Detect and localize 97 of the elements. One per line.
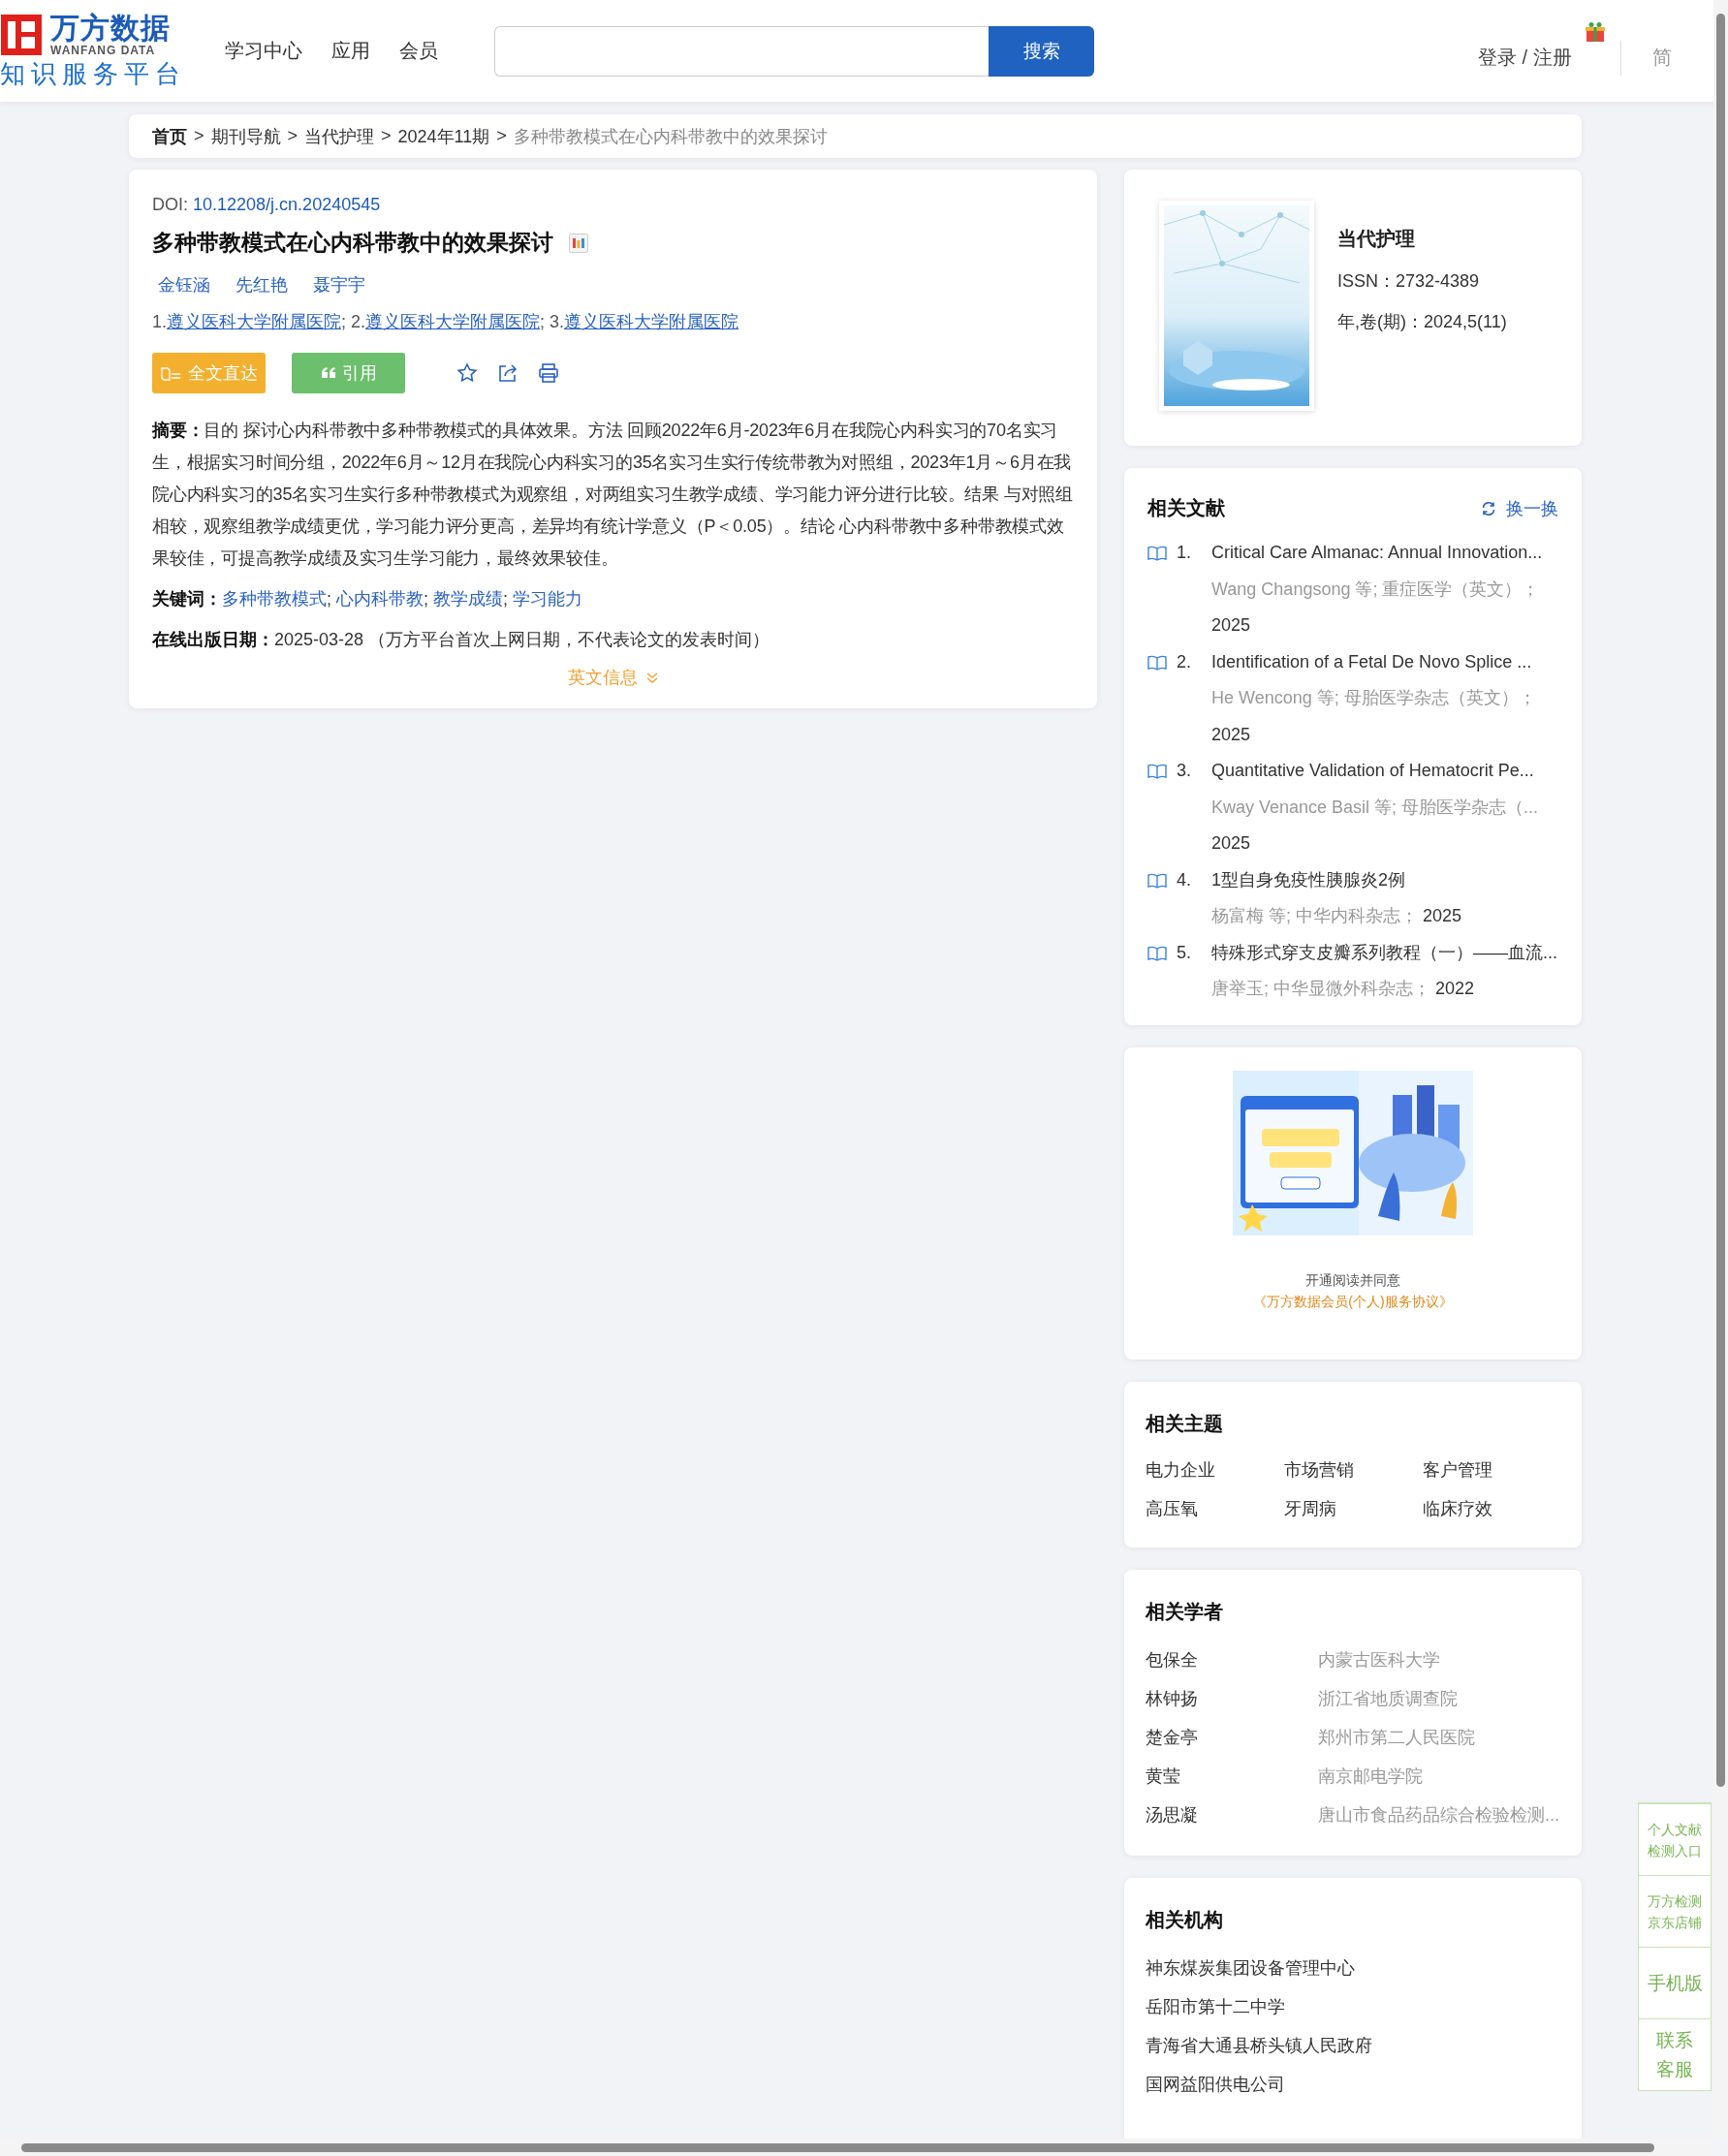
logo-title: 万方数据	[50, 12, 171, 44]
gift-icon[interactable]	[1585, 21, 1606, 43]
scholar-affiliation: 浙江省地质调查院	[1318, 1687, 1459, 1710]
journal-issn: ISSN：2732-4389	[1337, 270, 1481, 293]
section-title: 相关主题	[1146, 1411, 1224, 1436]
journal-name[interactable]: 当代护理	[1337, 226, 1507, 252]
scholar-affiliation: 南京邮电学院	[1318, 1765, 1424, 1788]
breadcrumb-link[interactable]: 当代护理	[304, 124, 375, 148]
agreement-text: 开通阅读并同意	[1305, 1271, 1400, 1290]
scholar-affiliation: 唐山市食品药品综合检验检测...	[1318, 1803, 1560, 1827]
breadcrumb-link[interactable]: 期刊导航	[210, 124, 281, 148]
journal-volume: 年,卷(期)：2024,5(11)	[1337, 311, 1507, 333]
scholar-name[interactable]: 林钟扬	[1146, 1678, 1318, 1718]
affiliation-link[interactable]: 遵义医科大学附属医院	[365, 312, 541, 331]
breadcrumb-current: 多种带教模式在心内科带教中的效果探讨	[513, 125, 828, 148]
keyword-separator: ;	[327, 589, 332, 609]
affiliation-link[interactable]: 遵义医科大学附属医院	[167, 312, 341, 331]
item-number: 5.	[1177, 941, 1192, 964]
item-number: 2.	[1177, 650, 1192, 673]
share-icon[interactable]	[497, 362, 518, 384]
scholar-affiliation: 内蒙古医科大学	[1318, 1648, 1441, 1672]
author-link[interactable]: 金钰涵	[158, 273, 210, 297]
literature-meta: He Wencong 等; 母胎医学杂志（英文）；	[1211, 688, 1536, 707]
nav-link[interactable]: 应用	[331, 38, 370, 64]
affiliation-link[interactable]: 遵义医科大学附属医院	[564, 312, 739, 331]
search-button[interactable]: 搜索	[989, 25, 1094, 77]
breadcrumb-separator: >	[194, 126, 204, 146]
item-number: 4.	[1177, 868, 1192, 891]
institution-link[interactable]: 青海省大通县桥头镇人民政府	[1146, 2025, 1560, 2065]
search-field[interactable]	[494, 25, 989, 77]
topic-link[interactable]: 高压氧	[1146, 1494, 1284, 1522]
breadcrumb-separator: >	[381, 126, 392, 146]
literature-meta: 杨富梅 等; 中华内科杂志；	[1211, 906, 1418, 925]
keyword-separator: ;	[503, 589, 510, 609]
literature-title[interactable]: Identification of a Fetal De Novo Splice ...	[1211, 643, 1558, 680]
scholar-name[interactable]: 黄莹	[1146, 1756, 1318, 1796]
affiliation-number: ; 3.	[540, 312, 565, 331]
literature-meta: 唐举玉; 中华显微外科杂志；	[1211, 979, 1430, 998]
section-title: 相关文献	[1147, 496, 1225, 520]
scholar-name[interactable]: 楚金亭	[1146, 1717, 1318, 1757]
article-title: 多种带教模式在心内科带教中的效果探讨	[152, 229, 553, 257]
keyword-link[interactable]: 心内科带教	[336, 589, 424, 609]
literature-title[interactable]: Critical Care Almanac: Annual Innovation...	[1211, 535, 1558, 572]
keyword-link[interactable]: 多种带教模式	[222, 589, 327, 609]
topic-link[interactable]: 临床疗效	[1423, 1494, 1561, 1522]
literature-year: 2025	[1211, 833, 1251, 853]
nav-link[interactable]: 学习中心	[225, 38, 302, 64]
nav-link[interactable]: 会员	[399, 38, 438, 64]
logo-subtitle: WANFANG DATA	[50, 43, 157, 57]
literature-year: 2022	[1435, 979, 1475, 998]
keyword-separator: ;	[424, 589, 430, 609]
section-title: 相关学者	[1146, 1599, 1224, 1624]
star-icon[interactable]	[456, 362, 478, 384]
keyword-link[interactable]: 教学成绩	[433, 589, 504, 609]
item-number: 3.	[1177, 760, 1192, 782]
login-link[interactable]: 登录 / 注册	[1478, 45, 1572, 71]
literature-meta: Wang Changsong 等; 重症医学（英文）；	[1211, 578, 1540, 599]
abstract-text: 摘要：目的 探讨心内科带教中多种带教模式的具体效果。方法 回顾2022年6月-2023年6月在我院心内科实习的70名实习生，根据实习时间分组，2022年6月～12月在我院心内科实习的35名实习生实行传统带教为对照组，2023年1月～6月在我院心内科实习的35名实习生实行多种带教模式为观察组，对两组实习生教学成绩、学习能力评分进行比较。结果 与对照组相较，观察组教学成绩更优，学习能力评分更高，差异均有统计学意义（P＜0.05）。结论 心内科带教中多种带教模式效果较佳，可提高教学成绩及实习生学习能力，最终效果较佳。	[152, 420, 1074, 570]
print-icon[interactable]	[538, 362, 559, 384]
topic-link[interactable]: 牙周病	[1284, 1494, 1423, 1522]
literature-title[interactable]: Quantitative Validation of Hematocrit Pe...	[1211, 753, 1558, 790]
topic-link[interactable]: 市场营销	[1284, 1455, 1423, 1484]
item-number: 1.	[1177, 542, 1192, 564]
breadcrumb-separator: >	[287, 126, 298, 146]
doi-label: DOI:	[152, 195, 188, 214]
literature-year: 2025	[1211, 615, 1251, 635]
scholar-affiliation: 郑州市第二人民医院	[1318, 1726, 1476, 1749]
literature-meta: Kway Venance Basil 等; 母胎医学杂志（...	[1211, 797, 1539, 817]
keyword-link[interactable]: 学习能力	[513, 589, 583, 609]
logo-tagline: 知识服务平台	[0, 57, 187, 90]
breadcrumb-separator: >	[496, 126, 507, 146]
online-date: 在线出版日期：2025-03-28 （万方平台首次上网日期，不代表论文的发表时间）	[152, 629, 771, 651]
chevron-icon	[644, 671, 659, 684]
institution-link[interactable]: 神东煤炭集团设备管理中心	[1146, 1948, 1560, 1987]
breadcrumb-link[interactable]: 首页	[152, 124, 187, 148]
topic-link[interactable]: 电力企业	[1146, 1455, 1284, 1484]
doi-link[interactable]: 10.12208/j.cn.20240545	[193, 195, 381, 214]
institution-link[interactable]: 岳阳市第十二中学	[1146, 1986, 1560, 2026]
author-link[interactable]: 聂宇宇	[313, 273, 365, 297]
section-title: 相关机构	[1146, 1907, 1224, 1932]
literature-year: 2025	[1423, 906, 1462, 925]
keywords-label: 关键词：	[152, 589, 222, 609]
topic-link[interactable]: 客户管理	[1423, 1455, 1561, 1484]
literature-title[interactable]: 1型自身免疫性胰腺炎2例	[1211, 861, 1558, 898]
literature-title[interactable]: 特殊形式穿支皮瓣系列教程（一）——血流...	[1211, 934, 1558, 971]
literature-year: 2025	[1211, 724, 1251, 744]
affiliation-number: 1.	[152, 312, 167, 331]
author-link[interactable]: 先红艳	[236, 273, 288, 297]
refresh-icon	[1481, 500, 1496, 516]
scholar-name[interactable]: 包保全	[1146, 1640, 1318, 1679]
quote-icon	[320, 366, 336, 380]
badge-icon	[569, 233, 588, 253]
institution-link[interactable]: 国网益阳供电公司	[1146, 2064, 1560, 2104]
scholar-name[interactable]: 汤思凝	[1146, 1795, 1318, 1834]
refresh-link[interactable]: 换一换	[1481, 496, 1558, 520]
affiliation-number: ; 2.	[341, 312, 366, 331]
breadcrumb-link[interactable]: 2024年11期	[397, 124, 490, 148]
